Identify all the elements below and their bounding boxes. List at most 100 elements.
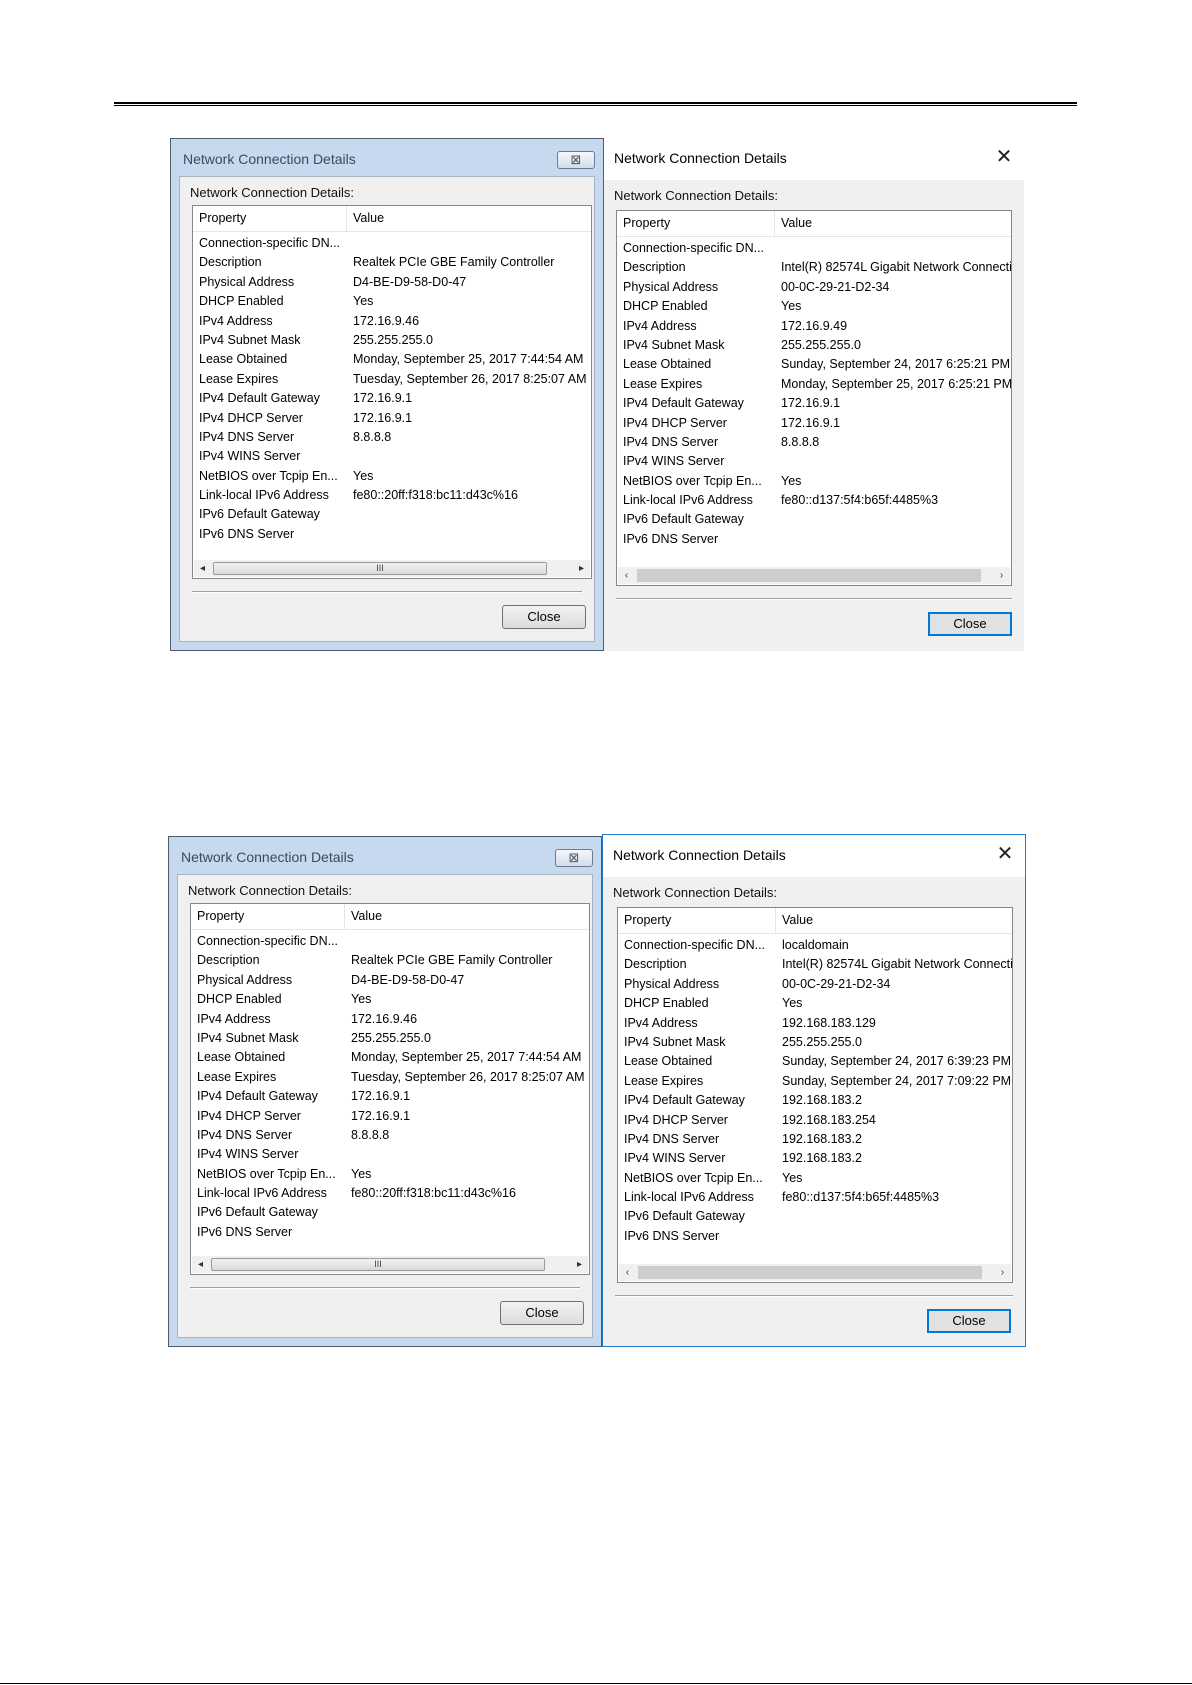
scroll-thumb[interactable] (637, 569, 981, 582)
list-item[interactable]: NetBIOS over Tcpip En... Yes (617, 472, 1011, 491)
list-item[interactable]: IPv6 DNS Server (191, 1223, 589, 1242)
list-item[interactable]: IPv4 DHCP Server 172.16.9.1 (617, 414, 1011, 433)
list-item[interactable]: Physical Address D4-BE-D9-58-D0-47 (193, 273, 591, 292)
list-item[interactable]: Description Realtek PCIe GBE Family Contr… (191, 951, 589, 970)
scroll-thumb[interactable]: III (211, 1258, 545, 1271)
details-list[interactable]: Property Value Connection-specific DN...… (616, 210, 1012, 586)
scroll-left-icon[interactable]: ‹ (618, 567, 635, 584)
details-list[interactable]: Property Value Connection-specific DN...… (192, 205, 592, 579)
column-header-value[interactable]: Value (775, 211, 1011, 236)
list-item[interactable]: IPv4 Address 192.168.183.129 (618, 1014, 1012, 1033)
list-item[interactable]: Lease Expires Tuesday, September 26, 2017… (191, 1068, 589, 1087)
list-item[interactable]: IPv4 Default Gateway 172.16.9.1 (191, 1087, 589, 1106)
close-button[interactable]: Close (928, 612, 1012, 636)
list-item[interactable]: IPv4 DNS Server 8.8.8.8 (191, 1126, 589, 1145)
scroll-thumb[interactable] (638, 1266, 982, 1279)
list-item[interactable]: IPv4 DNS Server 8.8.8.8 (193, 428, 591, 447)
scroll-right-icon[interactable]: › (993, 567, 1010, 584)
list-item[interactable]: IPv6 Default Gateway (193, 505, 591, 524)
list-item[interactable]: Link-local IPv6 Address fe80::20ff:f318:b… (193, 486, 591, 505)
list-item[interactable]: IPv4 DNS Server 8.8.8.8 (617, 433, 1011, 452)
column-header-property[interactable]: Property (193, 206, 347, 231)
list-item[interactable]: DHCP Enabled Yes (193, 292, 591, 311)
list-item[interactable]: IPv4 Address 172.16.9.49 (617, 317, 1011, 336)
column-header-value[interactable]: Value (345, 904, 589, 929)
list-item[interactable]: IPv4 DHCP Server 172.16.9.1 (193, 409, 591, 428)
list-item[interactable]: Description Realtek PCIe GBE Family Contr… (193, 253, 591, 272)
list-item[interactable]: Lease Expires Sunday, September 24, 2017 … (618, 1072, 1012, 1091)
list-item[interactable]: NetBIOS over Tcpip En... Yes (191, 1165, 589, 1184)
list-item[interactable]: DHCP Enabled Yes (191, 990, 589, 1009)
scroll-left-icon[interactable]: ◂ (192, 1256, 209, 1273)
list-item[interactable]: Description Intel(R) 82574L Gigabit Netwo… (617, 258, 1011, 277)
details-list[interactable]: Property Value Connection-specific DN...… (190, 903, 590, 1275)
close-icon[interactable]: ⊠ (557, 151, 595, 169)
list-item[interactable]: Lease Obtained Monday, September 25, 2017… (191, 1048, 589, 1067)
column-header-property[interactable]: Property (617, 211, 775, 236)
close-button[interactable]: Close (927, 1309, 1011, 1333)
list-item[interactable]: IPv4 DHCP Server 172.16.9.1 (191, 1107, 589, 1126)
close-icon[interactable]: ✕ (992, 146, 1016, 170)
horizontal-scrollbar[interactable]: ‹ › (619, 1264, 1011, 1281)
list-item[interactable]: Lease Obtained Sunday, September 24, 2017… (618, 1052, 1012, 1071)
title-bar[interactable]: Network Connection Details ✕ (603, 835, 1025, 877)
list-item[interactable]: IPv4 Address 172.16.9.46 (193, 312, 591, 331)
list-item[interactable]: IPv6 Default Gateway (618, 1207, 1012, 1226)
list-item[interactable]: DHCP Enabled Yes (617, 297, 1011, 316)
scroll-right-icon[interactable]: › (994, 1264, 1011, 1281)
list-item[interactable]: Lease Expires Tuesday, September 26, 2017… (193, 370, 591, 389)
title-bar[interactable]: Network Connection Details ⊠ (169, 837, 601, 877)
column-header-property[interactable]: Property (191, 904, 345, 929)
list-item[interactable]: IPv4 WINS Server 192.168.183.2 (618, 1149, 1012, 1168)
horizontal-scrollbar[interactable]: ◂ III ▸ (192, 1256, 588, 1273)
list-item[interactable]: IPv6 DNS Server (617, 530, 1011, 549)
list-item[interactable]: IPv4 DNS Server 192.168.183.2 (618, 1130, 1012, 1149)
list-item[interactable]: Physical Address 00-0C-29-21-D2-34 (618, 975, 1012, 994)
list-item[interactable]: IPv4 WINS Server (617, 452, 1011, 471)
list-item[interactable]: IPv4 Address 172.16.9.46 (191, 1010, 589, 1029)
list-item[interactable]: Link-local IPv6 Address fe80::20ff:f318:b… (191, 1184, 589, 1203)
list-item[interactable]: IPv4 WINS Server (193, 447, 591, 466)
list-item[interactable]: IPv4 Default Gateway 172.16.9.1 (193, 389, 591, 408)
list-item[interactable]: Connection-specific DN... (193, 234, 591, 253)
list-item[interactable]: Physical Address D4-BE-D9-58-D0-47 (191, 971, 589, 990)
column-header-property[interactable]: Property (618, 908, 776, 933)
list-item[interactable]: IPv4 Subnet Mask 255.255.255.0 (191, 1029, 589, 1048)
close-button[interactable]: Close (502, 605, 586, 629)
title-bar[interactable]: Network Connection Details ✕ (604, 138, 1024, 180)
close-icon[interactable]: ✕ (993, 843, 1017, 867)
close-icon[interactable]: ⊠ (555, 849, 593, 867)
list-item[interactable]: IPv6 Default Gateway (191, 1203, 589, 1222)
list-item[interactable]: Connection-specific DN... localdomain (618, 936, 1012, 955)
list-item[interactable]: IPv4 Subnet Mask 255.255.255.0 (618, 1033, 1012, 1052)
list-item[interactable]: IPv4 Default Gateway 192.168.183.2 (618, 1091, 1012, 1110)
details-list[interactable]: Property Value Connection-specific DN...… (617, 907, 1013, 1283)
list-item[interactable]: Link-local IPv6 Address fe80::d137:5f4:b6… (617, 491, 1011, 510)
list-item[interactable]: Connection-specific DN... (191, 932, 589, 951)
list-item[interactable]: IPv4 Subnet Mask 255.255.255.0 (617, 336, 1011, 355)
scroll-left-icon[interactable]: ◂ (194, 560, 211, 577)
list-item[interactable]: DHCP Enabled Yes (618, 994, 1012, 1013)
list-item[interactable]: IPv4 Subnet Mask 255.255.255.0 (193, 331, 591, 350)
column-header-value[interactable]: Value (347, 206, 591, 231)
list-item[interactable]: IPv4 Default Gateway 172.16.9.1 (617, 394, 1011, 413)
list-item[interactable]: Physical Address 00-0C-29-21-D2-34 (617, 278, 1011, 297)
list-item[interactable]: IPv4 WINS Server (191, 1145, 589, 1164)
close-button[interactable]: Close (500, 1301, 584, 1325)
list-item[interactable]: IPv6 DNS Server (193, 525, 591, 544)
list-item[interactable]: Connection-specific DN... (617, 239, 1011, 258)
horizontal-scrollbar[interactable]: ◂ III ▸ (194, 560, 590, 577)
scroll-left-icon[interactable]: ‹ (619, 1264, 636, 1281)
scroll-right-icon[interactable]: ▸ (573, 560, 590, 577)
list-item[interactable]: Link-local IPv6 Address fe80::d137:5f4:b6… (618, 1188, 1012, 1207)
list-item[interactable]: Lease Expires Monday, September 25, 2017 … (617, 375, 1011, 394)
list-item[interactable]: IPv6 DNS Server (618, 1227, 1012, 1246)
list-item[interactable]: NetBIOS over Tcpip En... Yes (193, 467, 591, 486)
column-header-value[interactable]: Value (776, 908, 1012, 933)
list-item[interactable]: IPv4 DHCP Server 192.168.183.254 (618, 1111, 1012, 1130)
title-bar[interactable]: Network Connection Details ⊠ (171, 139, 603, 179)
list-item[interactable]: Description Intel(R) 82574L Gigabit Netwo… (618, 955, 1012, 974)
list-item[interactable]: NetBIOS over Tcpip En... Yes (618, 1169, 1012, 1188)
horizontal-scrollbar[interactable]: ‹ › (618, 567, 1010, 584)
list-item[interactable]: Lease Obtained Sunday, September 24, 2017… (617, 355, 1011, 374)
